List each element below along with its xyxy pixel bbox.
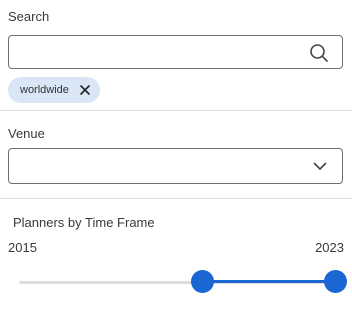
time-frame-label: Planners by Time Frame (13, 215, 155, 230)
chevron-down-icon[interactable] (313, 161, 327, 171)
range-max-label: 2023 (315, 240, 344, 255)
section-divider (0, 198, 352, 199)
venue-select[interactable] (8, 148, 343, 184)
range-min-label: 2015 (8, 240, 37, 255)
close-icon[interactable] (79, 84, 91, 96)
section-divider (0, 110, 352, 111)
slider-end-handle[interactable] (323, 270, 347, 293)
slider-selected-range (202, 280, 335, 283)
chip-label: worldwide (20, 84, 69, 96)
search-icon[interactable] (309, 43, 329, 63)
filter-chip-worldwide: worldwide (8, 77, 100, 103)
search-label: Search (8, 9, 50, 24)
search-field[interactable] (8, 35, 343, 69)
slider-start-handle[interactable] (190, 270, 214, 293)
search-input[interactable] (19, 42, 303, 64)
venue-label: Venue (8, 126, 45, 141)
